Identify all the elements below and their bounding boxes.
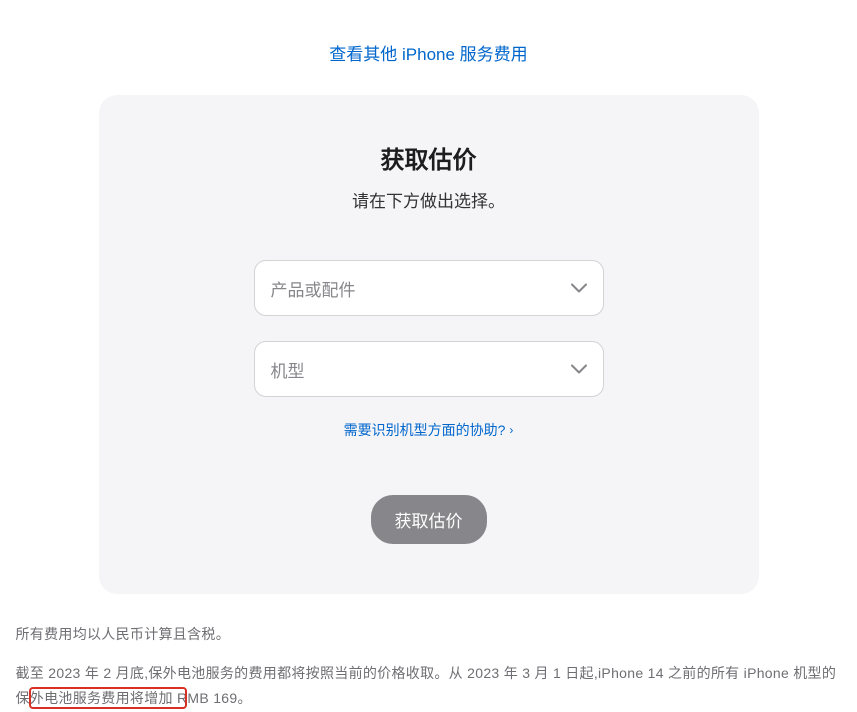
product-select[interactable]: 产品或配件	[254, 260, 604, 316]
get-estimate-button[interactable]: 获取估价	[371, 495, 487, 544]
card-subtitle: 请在下方做出选择。	[149, 187, 709, 212]
top-link-container: 查看其他 iPhone 服务费用	[10, 0, 847, 95]
chevron-down-icon	[571, 284, 587, 293]
footer-line-2-text: 截至 2023 年 2 月底,保外电池服务的费用都将按照当前的价格收取。从 20…	[16, 665, 837, 706]
chevron-right-icon: ›	[509, 423, 513, 437]
help-link-text: 需要识别机型方面的协助?	[344, 420, 506, 440]
model-select-placeholder: 机型	[271, 357, 563, 382]
product-select-placeholder: 产品或配件	[271, 276, 563, 301]
footer-notes: 所有费用均以人民币计算且含税。 截至 2023 年 2 月底,保外电池服务的费用…	[14, 622, 844, 712]
model-select[interactable]: 机型	[254, 341, 604, 397]
footer-line-1: 所有费用均以人民币计算且含税。	[16, 622, 842, 647]
identify-model-help-link[interactable]: 需要识别机型方面的协助? ›	[344, 420, 514, 440]
footer-line-2: 截至 2023 年 2 月底,保外电池服务的费用都将按照当前的价格收取。从 20…	[16, 661, 842, 711]
other-services-link[interactable]: 查看其他 iPhone 服务费用	[329, 45, 527, 64]
estimate-card: 获取估价 请在下方做出选择。 产品或配件 机型 需要识别机型方面的协助? › 获…	[99, 95, 759, 594]
card-title: 获取估价	[149, 140, 709, 175]
chevron-down-icon	[571, 365, 587, 374]
